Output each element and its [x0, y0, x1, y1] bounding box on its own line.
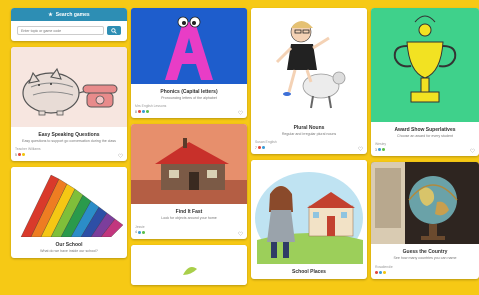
game-card-findit[interactable]: Find It Fast Look for objects around you… — [131, 124, 247, 239]
column-4: Award Show Superlatives Choose an award … — [371, 8, 479, 285]
card-description: See how many countries you can name — [393, 256, 457, 261]
card-author[interactable]: Wesley — [375, 142, 475, 146]
play-count: 5 — [15, 152, 17, 157]
tag-dot-red — [138, 110, 142, 114]
sheep-girl-image — [251, 8, 367, 120]
trophy-image — [371, 8, 479, 122]
column-3: Plural Nouns Regular and irregular plura… — [251, 8, 367, 285]
card-author[interactable]: Mrs English Lessons — [135, 104, 243, 108]
game-card-school[interactable]: Our School What do we have inside our sc… — [11, 167, 127, 258]
colored-pencils-image — [11, 167, 127, 238]
tag-dot-red — [258, 146, 262, 150]
tag-dot-blue — [142, 110, 146, 114]
card-title: Our School — [55, 242, 83, 249]
tag-dot-red — [375, 270, 378, 274]
card-meta — [375, 270, 475, 275]
play-count: 8 — [135, 109, 137, 114]
card-description: Look for objects around your home — [161, 216, 217, 221]
heart-icon[interactable] — [238, 231, 243, 236]
cat-phone-image — [11, 47, 127, 127]
star-icon: ★ — [48, 11, 53, 18]
tag-dot-blue — [378, 148, 382, 152]
card-meta: 5 — [15, 152, 123, 157]
card-title: Plural Nouns — [293, 125, 325, 131]
card-title: Phonics (Capital letters) — [160, 89, 218, 95]
card-title: School Places — [292, 269, 326, 276]
search-header: ★ Search games — [11, 8, 127, 21]
game-card-country[interactable]: Guess the Country See how many countries… — [371, 162, 479, 279]
search-title: Search games — [55, 11, 90, 18]
search-input[interactable] — [17, 26, 104, 35]
play-count: 3 — [375, 147, 377, 152]
card-description: Pronouncing letters of the alphabet — [161, 96, 217, 100]
card-author[interactable]: Rosaliendie — [375, 265, 475, 269]
tag-dot-blue — [262, 146, 266, 150]
card-author[interactable]: Jessie — [135, 225, 243, 229]
globe-image — [371, 162, 479, 245]
card-meta: 7 — [255, 145, 363, 150]
tag-dot-blue — [138, 230, 142, 234]
column-2: Phonics (Capital letters) Pronouncing le… — [131, 8, 247, 291]
game-card-award[interactable]: Award Show Superlatives Choose an award … — [371, 8, 479, 157]
game-card-plural[interactable]: Plural Nouns Regular and irregular plura… — [251, 8, 367, 155]
play-count: 7 — [255, 145, 257, 150]
leaf-image — [131, 244, 247, 285]
card-title: Easy Speaking Questions — [38, 132, 100, 138]
search-button[interactable] — [107, 26, 121, 35]
heart-icon[interactable] — [358, 146, 363, 152]
tag-dot-yellow — [22, 153, 26, 157]
card-meta: 4 — [135, 230, 243, 235]
heart-icon[interactable] — [470, 148, 475, 154]
tag-dot-blue — [379, 270, 382, 274]
letter-a-image — [131, 8, 247, 84]
card-author[interactable]: Susan English — [255, 140, 363, 144]
tag-dot-yellow — [383, 270, 386, 274]
house-image — [131, 124, 247, 205]
card-description: What do we have inside our school? — [40, 249, 98, 254]
card-description: Choose an award for every student — [397, 134, 453, 138]
tag-dot-green — [142, 230, 146, 234]
column-1: ★ Search games Enter topic or game code … — [11, 8, 127, 264]
card-meta: 8 — [135, 109, 243, 114]
card-author[interactable]: Teacher Williams — [15, 147, 123, 151]
heart-icon[interactable] — [238, 110, 243, 116]
heart-icon[interactable] — [118, 153, 123, 159]
card-description: Regular and irregular plural nouns — [281, 132, 337, 136]
game-card-phonics[interactable]: Phonics (Capital letters) Pronouncing le… — [131, 8, 247, 119]
search-widget: ★ Search games — [11, 8, 127, 41]
tag-dot-green — [382, 148, 386, 152]
card-title: Award Show Superlatives — [394, 127, 456, 133]
search-icon — [111, 27, 117, 34]
game-card-schoolday[interactable]: School Places — [251, 160, 367, 280]
card-meta: 3 — [375, 147, 475, 152]
card-description: Easy questions to support go conversatio… — [22, 139, 116, 143]
game-card-partial[interactable] — [131, 244, 247, 285]
girl-school-image — [251, 160, 367, 265]
tag-dot-red — [18, 153, 22, 157]
card-title: Find It Fast — [175, 209, 203, 216]
card-title: Guess the Country — [402, 249, 448, 256]
game-card-speaking[interactable]: Easy Speaking Questions Easy questions t… — [11, 47, 127, 162]
tag-dot-green — [146, 110, 150, 114]
play-count: 4 — [135, 230, 137, 235]
